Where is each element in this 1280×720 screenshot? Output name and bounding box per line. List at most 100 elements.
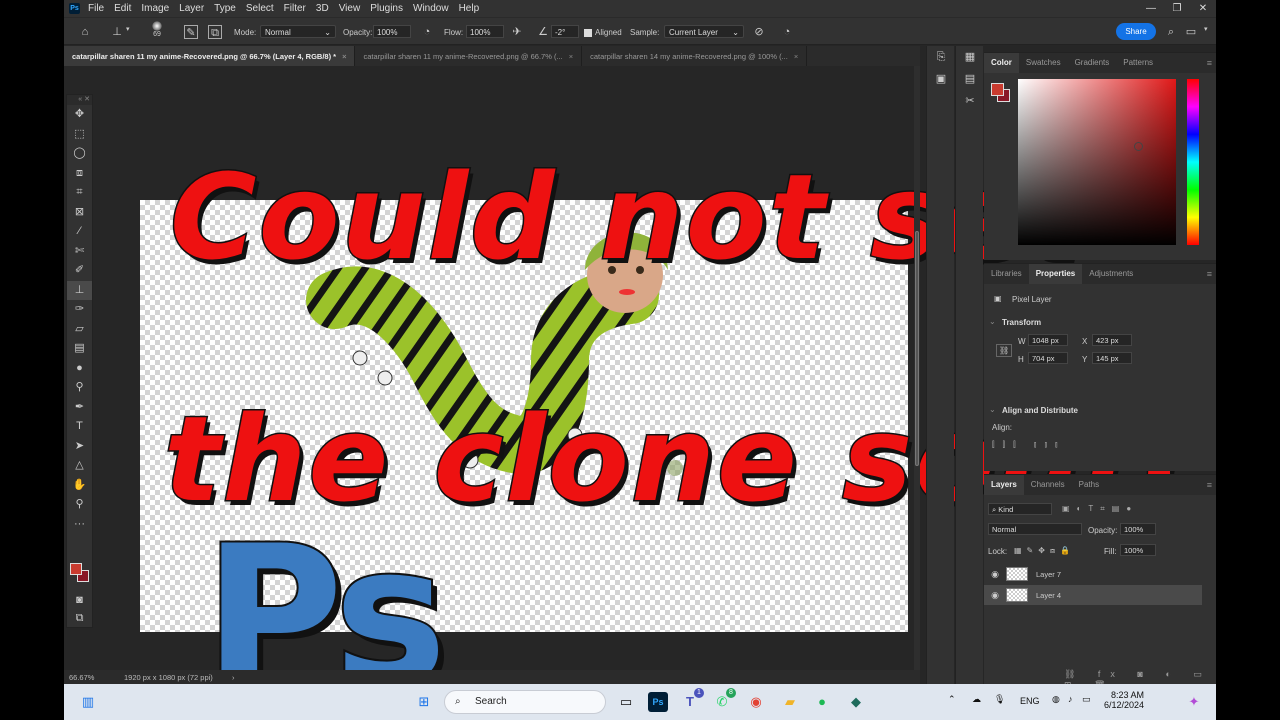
close-tab-icon[interactable]: ×: [342, 52, 346, 61]
tab-layers[interactable]: Layers: [984, 475, 1024, 495]
comments-icon[interactable]: ▣: [927, 68, 955, 90]
layer-filter-icons[interactable]: ▣◐T⌗▤●: [1062, 504, 1138, 514]
sample-select[interactable]: Current Layer ⌄: [664, 25, 744, 38]
move-tool-icon[interactable]: ✥: [67, 105, 92, 125]
clone-stamp-tool-icon[interactable]: ⊥: [67, 280, 92, 300]
shape-tool-icon[interactable]: △: [67, 456, 92, 476]
zoom-tool-icon[interactable]: ⚲: [67, 495, 92, 515]
layer-row[interactable]: ◉ Layer 7: [984, 564, 1202, 584]
clone-source-icon[interactable]: ✂: [956, 90, 984, 112]
search-icon[interactable]: ⌕: [1164, 25, 1178, 39]
restore-icon[interactable]: ❐: [1164, 3, 1190, 14]
link-icon[interactable]: ⛓: [996, 344, 1013, 357]
close-icon[interactable]: ✕: [1190, 3, 1216, 14]
panel-menu-icon[interactable]: ≡: [1207, 480, 1212, 490]
brush-settings-icon[interactable]: ✎: [184, 25, 198, 39]
history-icon[interactable]: ⎘: [927, 46, 955, 68]
airbrush-icon[interactable]: ✈: [510, 25, 524, 39]
type-tool-icon[interactable]: T: [67, 417, 92, 437]
fill-input[interactable]: 100%: [1120, 544, 1156, 556]
start-icon[interactable]: ⊞: [414, 692, 434, 712]
minimize-icon[interactable]: —: [1138, 3, 1164, 14]
menu-image[interactable]: Image: [141, 3, 169, 14]
share-button[interactable]: Share: [1116, 23, 1156, 40]
width-input[interactable]: 1048 px: [1028, 334, 1068, 346]
clone-source-panel-icon[interactable]: ⧉: [208, 25, 222, 39]
brush-tool-icon[interactable]: ✐: [67, 261, 92, 281]
tray-overflow-icon[interactable]: ⌃: [948, 694, 956, 705]
menu-view[interactable]: View: [339, 3, 361, 14]
menu-file[interactable]: File: [88, 3, 104, 14]
scrollbar-thumb[interactable]: [915, 231, 919, 466]
layer-opacity-input[interactable]: 100%: [1120, 523, 1156, 535]
zoom-level[interactable]: 66.67%: [69, 673, 94, 682]
volume-icon[interactable]: ♪: [1068, 694, 1073, 704]
crop-tool-icon[interactable]: ⌗: [67, 183, 92, 203]
menu-type[interactable]: Type: [214, 3, 236, 14]
brush-size-preview[interactable]: 69: [150, 21, 164, 38]
tab-libraries[interactable]: Libraries: [984, 264, 1029, 284]
color-picker-cursor[interactable]: [1134, 142, 1143, 151]
panel-menu-icon[interactable]: ≡: [1207, 58, 1212, 68]
canvas-area[interactable]: Could not set the clone source Ps: [94, 66, 1216, 713]
menu-help[interactable]: Help: [459, 3, 480, 14]
more-tools-icon[interactable]: ···: [67, 515, 92, 535]
battery-icon[interactable]: ▭: [1082, 694, 1091, 705]
widgets-icon[interactable]: ▥: [78, 692, 98, 712]
close-tab-icon[interactable]: ×: [569, 52, 573, 61]
layer-row-selected[interactable]: ◉ Layer 4: [984, 585, 1202, 605]
gradient-tool-icon[interactable]: ▤: [67, 339, 92, 359]
aligned-checkbox[interactable]: Aligned: [584, 28, 622, 37]
healing-brush-tool-icon[interactable]: ✄: [67, 242, 92, 262]
tab-document-1[interactable]: catarpillar sharen 11 my anime-Recovered…: [64, 46, 356, 66]
ignore-adjustment-layers-icon[interactable]: ⊘: [752, 25, 766, 39]
file-explorer-icon[interactable]: ▰: [780, 692, 800, 712]
opacity-input[interactable]: 100%: [373, 25, 411, 38]
tab-document-2[interactable]: catarpillar sharen 11 my anime-Recovered…: [355, 46, 583, 66]
tab-document-3[interactable]: catarpillar sharen 14 my anime-Recovered…: [582, 46, 808, 66]
hue-slider[interactable]: [1187, 79, 1199, 245]
align-section-title[interactable]: Align and Distribute: [1002, 406, 1078, 415]
menu-layer[interactable]: Layer: [179, 3, 204, 14]
mode-select[interactable]: Normal ⌄: [260, 25, 336, 38]
visibility-eye-icon[interactable]: ◉: [984, 569, 1006, 580]
app-icon[interactable]: ◆: [846, 692, 866, 712]
network-icon[interactable]: ◍: [1052, 694, 1060, 705]
foreground-color-chip[interactable]: [991, 83, 1004, 96]
dodge-tool-icon[interactable]: ⚲: [67, 378, 92, 398]
blur-tool-icon[interactable]: ●: [67, 359, 92, 379]
pen-tool-icon[interactable]: ✒: [67, 398, 92, 418]
workspace-icon[interactable]: ▭: [1184, 25, 1198, 39]
pressure-size-icon[interactable]: ◔: [780, 25, 794, 39]
layer-name[interactable]: Layer 7: [1036, 570, 1061, 579]
notes-icon[interactable]: ▤: [956, 68, 984, 90]
menu-plugins[interactable]: Plugins: [370, 3, 403, 14]
chrome-icon[interactable]: ◉: [746, 692, 766, 712]
panel-menu-icon[interactable]: ≡: [1207, 269, 1212, 279]
pressure-opacity-icon[interactable]: ◔: [420, 25, 434, 39]
screen-mode-icon[interactable]: ⧉: [67, 609, 92, 629]
y-input[interactable]: 145 px: [1092, 352, 1132, 364]
tab-swatches[interactable]: Swatches: [1019, 53, 1068, 73]
tab-color[interactable]: Color: [984, 53, 1019, 73]
visibility-eye-icon[interactable]: ◉: [984, 590, 1006, 601]
angle-input[interactable]: -2°: [551, 25, 579, 38]
workspace-dropdown-icon[interactable]: ▾: [1204, 25, 1208, 33]
taskbar-search[interactable]: ⌕ Search: [444, 690, 606, 714]
menu-3d[interactable]: 3D: [316, 3, 329, 14]
menu-edit[interactable]: Edit: [114, 3, 131, 14]
photoshop-taskbar-icon[interactable]: Ps: [648, 692, 668, 712]
actions-icon[interactable]: ▦: [956, 46, 984, 68]
history-brush-tool-icon[interactable]: ✑: [67, 300, 92, 320]
tab-properties[interactable]: Properties: [1028, 264, 1083, 284]
transform-section-title[interactable]: Transform: [1002, 318, 1041, 327]
saturation-value-picker[interactable]: [1018, 79, 1176, 245]
chevron-down-icon[interactable]: ⌄: [989, 317, 996, 326]
status-expand-icon[interactable]: ›: [232, 673, 235, 682]
language-indicator[interactable]: ENG: [1020, 696, 1040, 706]
tab-patterns[interactable]: Patterns: [1116, 53, 1160, 73]
home-icon[interactable]: ⌂: [78, 25, 92, 39]
tab-gradients[interactable]: Gradients: [1068, 53, 1117, 73]
height-input[interactable]: 704 px: [1028, 352, 1068, 364]
hand-tool-icon[interactable]: ✋: [67, 476, 92, 496]
